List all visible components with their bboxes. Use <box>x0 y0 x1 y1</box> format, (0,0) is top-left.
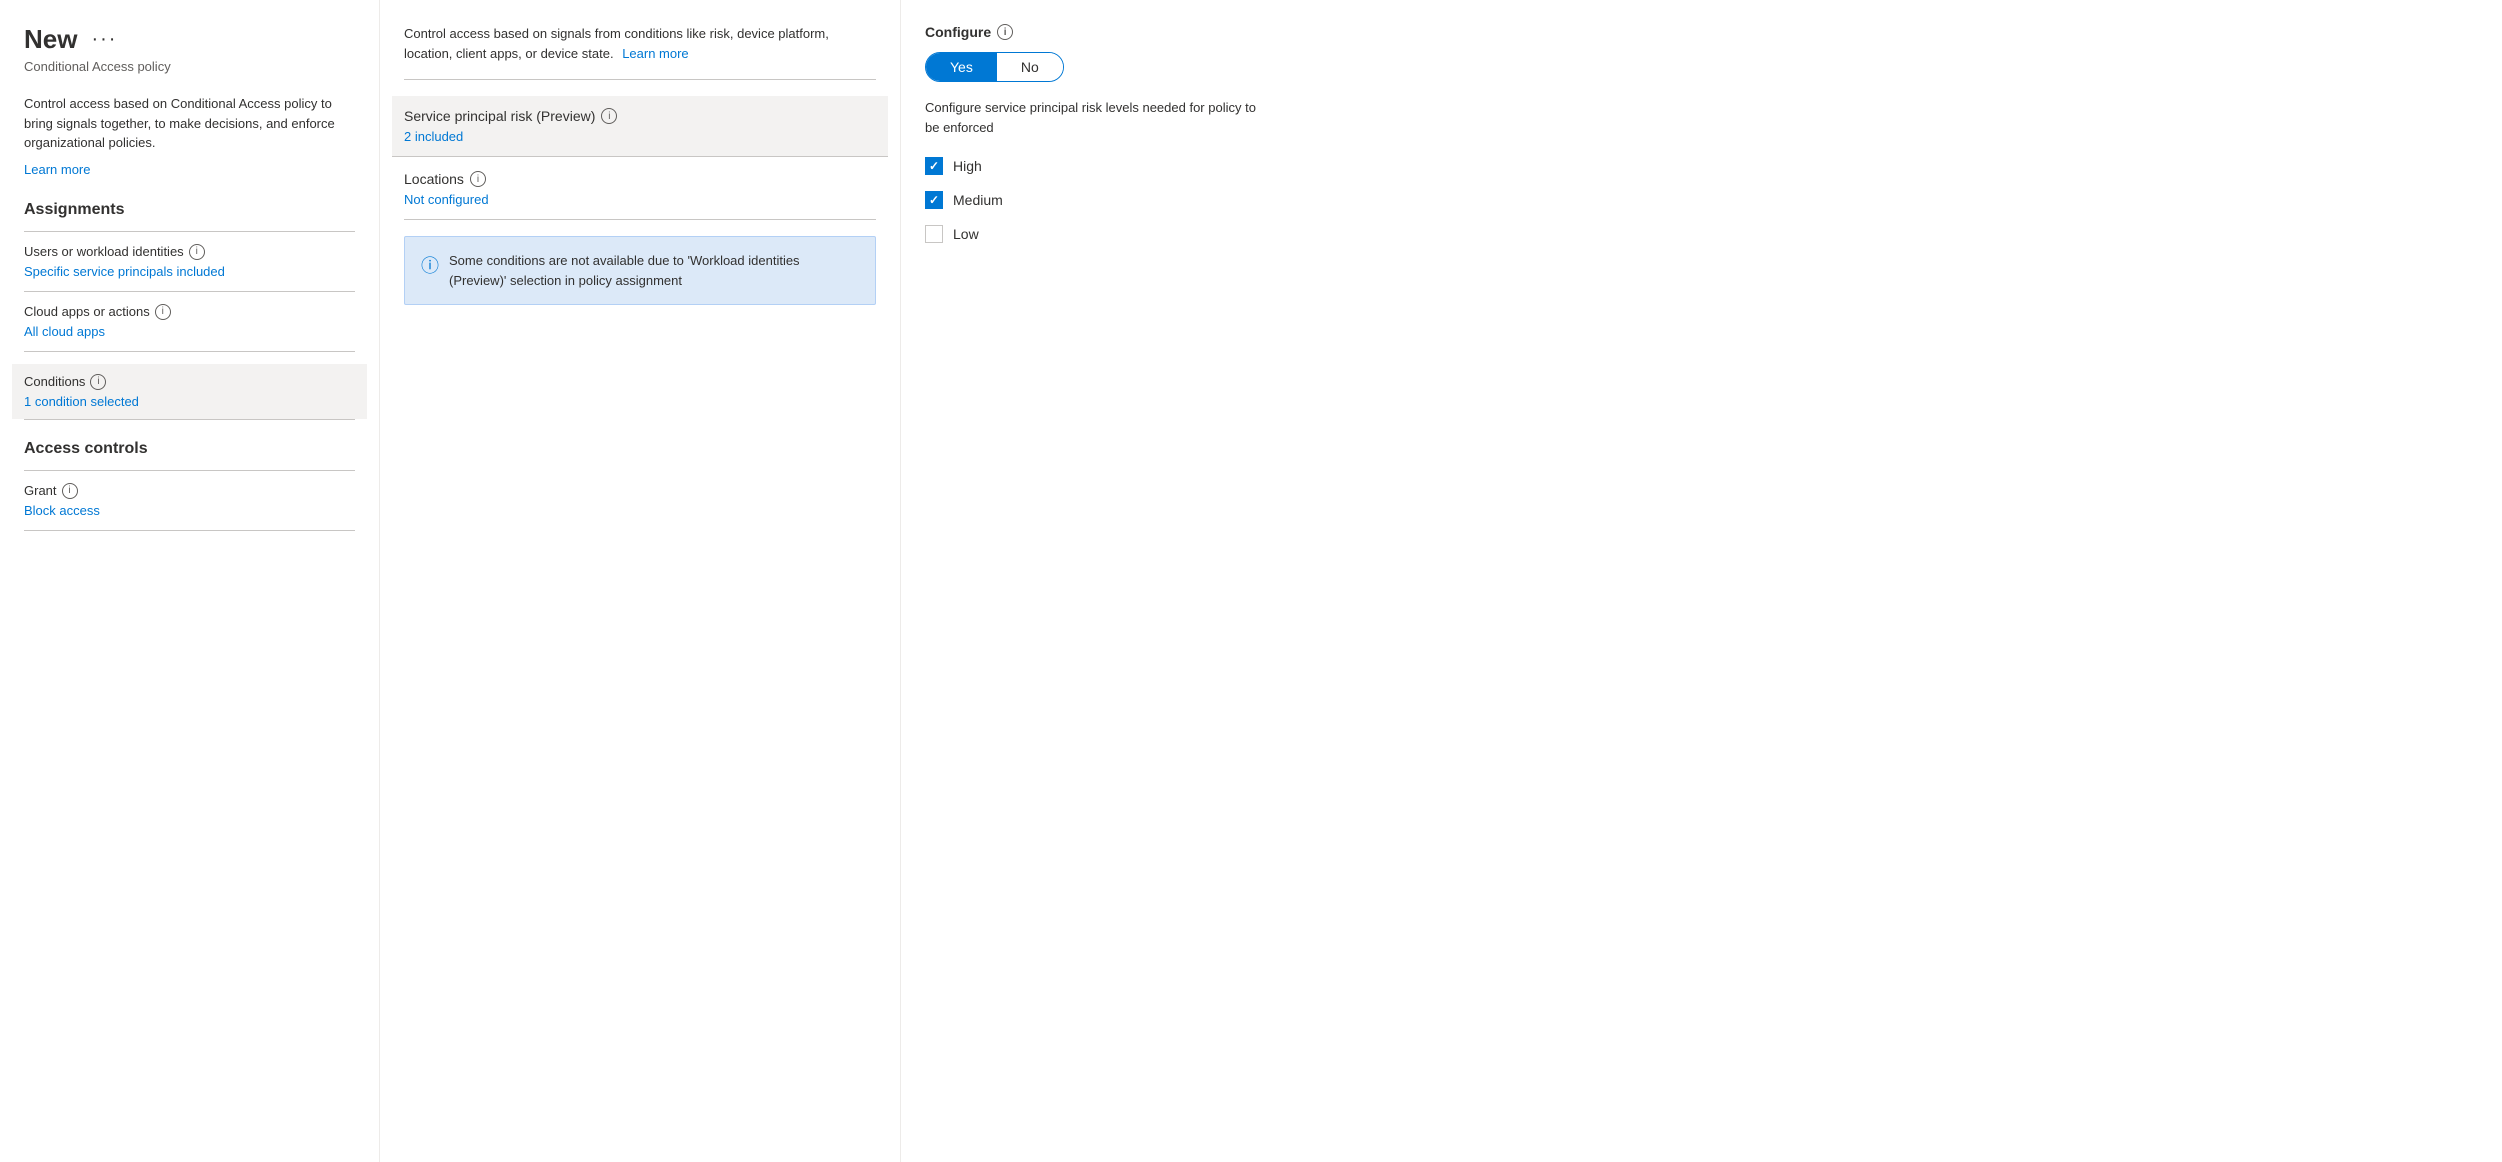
grant-value-link[interactable]: Block access <box>24 503 355 518</box>
assignments-section-label: Assignments <box>24 201 355 219</box>
left-description: Control access based on Conditional Acce… <box>24 94 355 153</box>
ellipsis-button[interactable]: ··· <box>87 28 121 51</box>
access-controls-label: Access controls <box>24 440 355 458</box>
configure-label-text: Configure <box>925 24 991 40</box>
conditions-row: Conditions i <box>24 374 355 390</box>
checkbox-item-low[interactable]: Low <box>925 225 1256 243</box>
cloud-apps-value-link[interactable]: All cloud apps <box>24 324 355 339</box>
middle-top-divider <box>404 79 876 80</box>
left-learn-more-link[interactable]: Learn more <box>24 162 90 177</box>
checkbox-high[interactable] <box>925 157 943 175</box>
conditions-info-icon[interactable]: i <box>90 374 106 390</box>
service-principal-risk-label: Service principal risk (Preview) <box>404 108 595 124</box>
conditions-label: Conditions <box>24 374 85 389</box>
left-panel: New ··· Conditional Access policy Contro… <box>0 0 380 1162</box>
page-title-row: New ··· <box>24 24 355 55</box>
service-principal-risk-header: Service principal risk (Preview) i <box>404 108 876 124</box>
checkbox-label-medium: Medium <box>953 192 1003 208</box>
access-controls-section: Access controls Grant i Block access <box>24 440 355 531</box>
yes-toggle-button[interactable]: Yes <box>926 53 997 81</box>
checkbox-item-medium[interactable]: Medium <box>925 191 1256 209</box>
locations-info-icon[interactable]: i <box>470 171 486 187</box>
cloud-info-icon[interactable]: i <box>155 304 171 320</box>
checkbox-label-high: High <box>953 158 982 174</box>
configure-label-row: Configure i <box>925 24 1256 40</box>
yes-no-toggle[interactable]: Yes No <box>925 52 1064 82</box>
locations-section: Locations i Not configured <box>404 157 876 220</box>
no-toggle-button[interactable]: No <box>997 53 1063 81</box>
locations-value[interactable]: Not configured <box>404 192 489 207</box>
conditions-divider <box>24 419 355 420</box>
conditions-value-link[interactable]: 1 condition selected <box>24 394 355 409</box>
risk-level-checkboxes: High Medium Low <box>925 157 1256 243</box>
locations-header: Locations i <box>404 171 876 187</box>
conditions-section[interactable]: Conditions i 1 condition selected <box>12 364 367 419</box>
assignments-divider <box>24 231 355 232</box>
service-principal-risk-value[interactable]: 2 included <box>404 129 463 144</box>
checkbox-low[interactable] <box>925 225 943 243</box>
cloud-apps-label: Cloud apps or actions i <box>24 304 355 320</box>
grant-divider <box>24 530 355 531</box>
checkbox-item-high[interactable]: High <box>925 157 1256 175</box>
cloud-divider <box>24 351 355 352</box>
info-box: ⓘ Some conditions are not available due … <box>404 236 876 305</box>
access-controls-divider <box>24 470 355 471</box>
service-principal-risk-section[interactable]: Service principal risk (Preview) i 2 inc… <box>392 96 888 157</box>
middle-panel: Control access based on signals from con… <box>380 0 900 1162</box>
users-value-link[interactable]: Specific service principals included <box>24 264 355 279</box>
page-subtitle: Conditional Access policy <box>24 59 355 74</box>
page-title-text: New <box>24 24 77 55</box>
middle-description: Control access based on signals from con… <box>404 24 876 63</box>
locations-label: Locations <box>404 171 464 187</box>
configure-info-icon[interactable]: i <box>997 24 1013 40</box>
users-divider <box>24 291 355 292</box>
users-label: Users or workload identities i <box>24 244 355 260</box>
checkbox-medium[interactable] <box>925 191 943 209</box>
right-panel: Configure i Yes No Configure service pri… <box>900 0 1280 1162</box>
checkbox-label-low: Low <box>953 226 979 242</box>
users-info-icon[interactable]: i <box>189 244 205 260</box>
service-principal-risk-info-icon[interactable]: i <box>601 108 617 124</box>
info-box-text: Some conditions are not available due to… <box>449 251 859 290</box>
grant-label: Grant i <box>24 483 355 499</box>
configure-description: Configure service principal risk levels … <box>925 98 1256 137</box>
info-circle-icon: ⓘ <box>421 252 439 290</box>
grant-info-icon[interactable]: i <box>62 483 78 499</box>
middle-learn-more-link[interactable]: Learn more <box>622 46 688 61</box>
